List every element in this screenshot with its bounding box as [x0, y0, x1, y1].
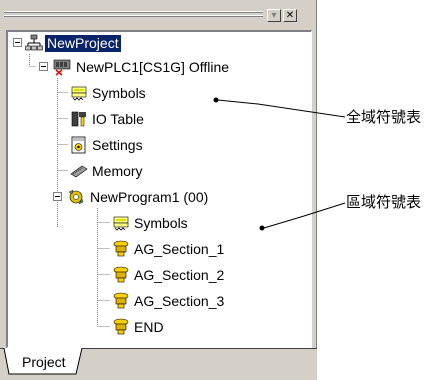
annotation-global-symbols: 全域符號表: [346, 108, 422, 126]
annotation-local-symbols: 區域符號表: [346, 193, 422, 211]
annotation-leaders: [213, 97, 346, 231]
